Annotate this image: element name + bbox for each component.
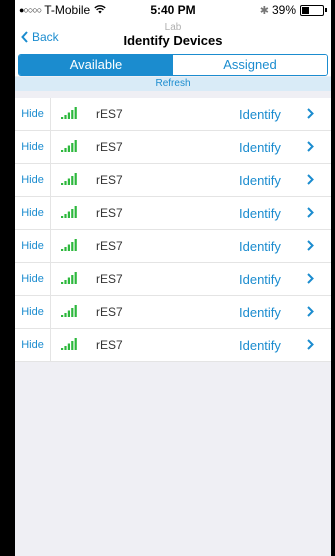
device-name: rES7 <box>96 173 123 187</box>
identify-button[interactable]: Identify <box>239 338 281 353</box>
device-row[interactable]: Hide rES7 Identify <box>15 296 331 329</box>
chevron-right-icon[interactable] <box>307 306 314 317</box>
device-name: rES7 <box>96 140 123 154</box>
tab-available[interactable]: Available <box>19 55 173 75</box>
tab-assigned[interactable]: Assigned <box>173 55 327 75</box>
device-row[interactable]: Hide rES7 Identify <box>15 329 331 362</box>
signal-strength-icon <box>61 272 77 284</box>
battery-fill <box>302 6 309 14</box>
top-area: ●○○○○ T-Mobile 5:40 PM ✱ 39% Back Lab Id… <box>15 0 331 76</box>
device-name: rES7 <box>96 305 123 319</box>
hide-button[interactable]: Hide <box>15 329 51 361</box>
battery-icon <box>300 4 324 16</box>
phone-screen: ●○○○○ T-Mobile 5:40 PM ✱ 39% Back Lab Id… <box>15 0 331 556</box>
battery-tip <box>325 8 327 12</box>
hide-button[interactable]: Hide <box>15 263 51 295</box>
identify-button[interactable]: Identify <box>239 239 281 254</box>
hide-button[interactable]: Hide <box>15 230 51 262</box>
nav-titles: Lab Identify Devices <box>15 22 331 49</box>
device-row[interactable]: Hide rES7 Identify <box>15 164 331 197</box>
status-right: ✱ 39% <box>260 3 327 17</box>
device-name: rES7 <box>96 107 123 121</box>
identify-button[interactable]: Identify <box>239 305 281 320</box>
hide-button[interactable]: Hide <box>15 197 51 229</box>
signal-strength-icon <box>61 173 77 185</box>
signal-strength-icon <box>61 239 77 251</box>
bluetooth-icon: ✱ <box>259 4 269 17</box>
chevron-right-icon[interactable] <box>307 240 314 251</box>
status-bar: ●○○○○ T-Mobile 5:40 PM ✱ 39% <box>15 0 331 20</box>
device-row[interactable]: Hide rES7 Identify <box>15 131 331 164</box>
refresh-button[interactable]: Refresh <box>15 77 331 91</box>
signal-strength-icon <box>61 140 77 152</box>
device-name: rES7 <box>96 239 123 253</box>
battery-percent: 39% <box>271 3 296 17</box>
chevron-right-icon[interactable] <box>307 207 314 218</box>
device-row[interactable]: Hide rES7 Identify <box>15 197 331 230</box>
device-row[interactable]: Hide rES7 Identify <box>15 230 331 263</box>
device-name: rES7 <box>96 338 123 352</box>
chevron-right-icon[interactable] <box>307 174 314 185</box>
device-row[interactable]: Hide rES7 Identify <box>15 263 331 296</box>
chevron-right-icon[interactable] <box>307 141 314 152</box>
signal-strength-icon <box>61 206 77 218</box>
signal-strength-icon <box>61 107 77 119</box>
nav-subtitle: Lab <box>164 22 182 33</box>
navigation-bar: Back Lab Identify Devices <box>15 20 331 54</box>
hide-button[interactable]: Hide <box>15 296 51 328</box>
segmented-control: Available Assigned <box>18 54 328 76</box>
hide-button[interactable]: Hide <box>15 131 51 163</box>
signal-strength-icon <box>61 305 77 317</box>
chevron-right-icon[interactable] <box>307 273 314 284</box>
signal-strength-icon <box>61 338 77 350</box>
device-row[interactable]: Hide rES7 Identify <box>15 98 331 131</box>
identify-button[interactable]: Identify <box>239 107 281 122</box>
identify-button[interactable]: Identify <box>239 173 281 188</box>
page-title: Identify Devices <box>123 33 223 48</box>
hide-button[interactable]: Hide <box>15 164 51 196</box>
chevron-right-icon[interactable] <box>307 108 314 119</box>
device-list: Hide rES7 Identify Hide rES7 Identify Hide rES7… <box>15 98 331 362</box>
identify-button[interactable]: Identify <box>239 140 281 155</box>
device-name: rES7 <box>96 206 123 220</box>
hide-button[interactable]: Hide <box>15 98 51 130</box>
identify-button[interactable]: Identify <box>239 272 281 287</box>
identify-button[interactable]: Identify <box>239 206 281 221</box>
device-name: rES7 <box>96 272 123 286</box>
chevron-right-icon[interactable] <box>307 339 314 350</box>
